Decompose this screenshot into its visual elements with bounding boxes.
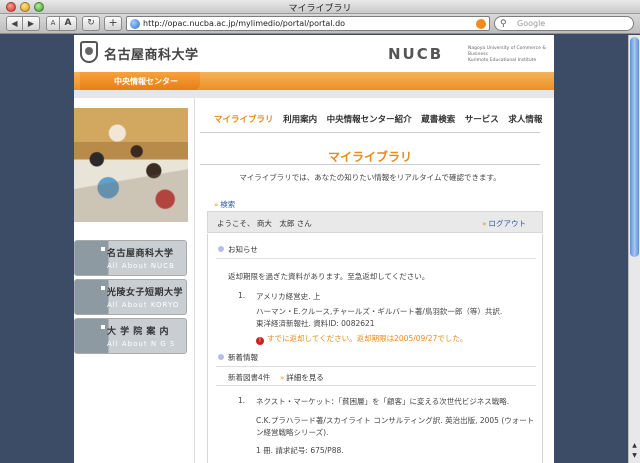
text-smaller-button[interactable]: A [46, 16, 60, 31]
notices-heading: お知らせ [218, 244, 258, 255]
text-bigger-button[interactable]: A [60, 16, 77, 31]
rss-icon[interactable] [476, 19, 486, 29]
search-icon[interactable]: ⚲ [500, 18, 507, 30]
forward-button[interactable]: ▶ [23, 16, 40, 31]
search-placeholder: Google [517, 19, 546, 28]
add-bookmark-button[interactable]: + [104, 16, 122, 31]
warning-icon: ! [256, 337, 264, 345]
nav-item-center-intro[interactable]: 中央情報センター紹介 [327, 113, 412, 125]
scroll-down-arrow-icon[interactable]: ▼ [629, 451, 640, 460]
new-book-call-number: 1 冊. 請求記号: 675/P88. [256, 446, 344, 455]
new-books-divider [216, 366, 536, 367]
globe-icon [130, 19, 140, 29]
nucb-subtitle-line-1: Nagoya University of Commerce & Business [468, 46, 546, 57]
overdue-warning: ! すでに返却してください。返却期限は2005/09/27でした。 [256, 333, 467, 345]
reload-button[interactable]: ↻ [82, 16, 100, 31]
sidebar-marker-icon [101, 247, 105, 251]
sidebar-link-en: All About N G S [107, 340, 176, 348]
nav-item-services[interactable]: サービス [465, 113, 499, 125]
nucb-subtitle-line-2: Kurimoto Educational Institute [468, 58, 537, 63]
library-page: 名古屋商科大学 NUCB Nagoya University of Commer… [74, 35, 554, 463]
section-tab-label[interactable]: 中央情報センター [114, 76, 178, 87]
url-text[interactable]: http://opac.nucba.ac.jp/mylimedio/portal… [143, 18, 345, 30]
nav-item-catalog-search[interactable]: 蔵書検索 [421, 113, 455, 125]
scroll-up-arrow-icon[interactable]: ▲ [629, 441, 640, 450]
new-books-count: 新着図書4件 [228, 373, 271, 382]
logout-link[interactable]: » ログアウト [482, 218, 526, 229]
new-books-more-link[interactable]: » 詳細を見る [280, 372, 324, 383]
new-book-author-line-2: ン経営戦略シリーズ). [256, 428, 329, 437]
new-book-title[interactable]: ネクスト・マーケット：「貧困層」を「顧客」に変える次世代ビジネス戦略. [256, 396, 509, 407]
browser-toolbar: ◀ ▶ A A ↻ + http://opac.nucba.ac.jp/myli… [0, 14, 640, 34]
bullet-icon [218, 246, 224, 252]
nav-divider [200, 132, 540, 133]
notice-item-number: 1. [238, 291, 246, 300]
new-books-heading: 新着情報 [218, 352, 258, 363]
window-titlebar: マイライブラリ [0, 0, 640, 14]
column-divider [194, 98, 195, 463]
sidebar-link-ngs[interactable]: 大 学 院 案 内 All About N G S [74, 318, 187, 354]
school-name[interactable]: 名古屋商科大学 [104, 44, 199, 63]
notice-item-publisher: 東洋経済新報社. 資料ID: 0082621 [256, 319, 375, 328]
sidebar-link-jp: 光陵女子短期大学 [107, 288, 184, 298]
sidebar-link-en: All About NUCB [107, 262, 175, 270]
back-button[interactable]: ◀ [6, 16, 23, 31]
address-bar[interactable]: http://opac.nucba.ac.jp/mylimedio/portal… [126, 16, 490, 31]
notice-item-authors: ハーマン・E.クルース,チャールズ・ギルバート著/鳥羽欽一郎（等）共訳. [256, 307, 503, 316]
new-books-more-label: 詳細を見る [286, 373, 324, 382]
double-arrow-icon: » [214, 201, 219, 209]
page-viewport: 名古屋商科大学 NUCB Nagoya University of Commer… [0, 35, 628, 463]
bullet-icon [218, 354, 224, 360]
new-books-heading-label: 新着情報 [228, 353, 258, 362]
sidebar-link-en: All About KORYO [107, 301, 180, 309]
new-books-count-divider [216, 385, 536, 386]
new-book-author-line-1: C.K.プラハラード著/スカイライト コンサルティング訳. 英治出版, 2005… [256, 416, 535, 425]
sidebar-link-nucb[interactable]: 名古屋商科大学 All About NUCB [74, 240, 187, 276]
nav-item-guide[interactable]: 利用案内 [283, 113, 317, 125]
window-title: マイライブラリ [288, 4, 352, 14]
site-header: 名古屋商科大学 NUCB Nagoya University of Commer… [74, 35, 554, 71]
notices-divider [216, 258, 536, 259]
title-divider [200, 164, 540, 165]
sidebar-link-jp: 大 学 院 案 内 [107, 327, 170, 337]
search-link[interactable]: » 検索 [214, 199, 235, 210]
notice-item-title[interactable]: アメリカ経営史. 上 [256, 291, 320, 302]
students-photo [74, 108, 188, 222]
notice-message: 返却期限を過ぎた資料があります。至急返却してください。 [228, 272, 430, 281]
search-input[interactable]: ⚲ Google [494, 16, 634, 31]
overdue-warning-text: すでに返却してください。返却期限は2005/09/27でした。 [267, 334, 468, 343]
welcome-bar: ようこそ、 商大 太郎 さん » ログアウト [207, 211, 543, 233]
search-link-label: 検索 [220, 200, 236, 209]
vertical-scrollbar[interactable]: ▲ ▼ [628, 35, 640, 463]
welcome-message: ようこそ、 商大 太郎 さん [217, 219, 312, 228]
double-arrow-icon: » [482, 220, 487, 228]
scrollbar-thumb[interactable] [630, 37, 639, 257]
page-title: マイライブラリ [327, 150, 412, 164]
nav-item-jobs[interactable]: 求人情報 [508, 113, 542, 125]
notices-heading-label: お知らせ [228, 245, 258, 254]
new-book-number: 1. [238, 396, 246, 405]
nucb-logo[interactable]: NUCB [388, 45, 443, 63]
page-description: マイライブラリでは、あなたの知りたい情報をリアルタイムで確認できます。 [239, 173, 501, 182]
nucb-subtitle: Nagoya University of Commerce & Business… [468, 46, 554, 64]
university-emblem-icon[interactable] [80, 41, 98, 63]
sidebar-marker-icon [101, 286, 105, 290]
logout-label: ログアウト [488, 219, 527, 228]
sidebar-marker-icon [101, 325, 105, 329]
header-gray-strip [74, 90, 554, 98]
double-arrow-icon: » [280, 374, 285, 382]
sidebar-link-jp: 名古屋商科大学 [107, 249, 174, 259]
mylibrary-panel: お知らせ 返却期限を過ぎた資料があります。至急返却してください。 1. アメリカ… [207, 234, 543, 463]
sidebar-link-koryo[interactable]: 光陵女子短期大学 All About KORYO [74, 279, 187, 315]
main-nav: マイライブラリ 利用案内 中央情報センター紹介 蔵書検索 サービス 求人情報 [214, 113, 549, 125]
nav-item-mylibrary[interactable]: マイライブラリ [214, 113, 274, 125]
